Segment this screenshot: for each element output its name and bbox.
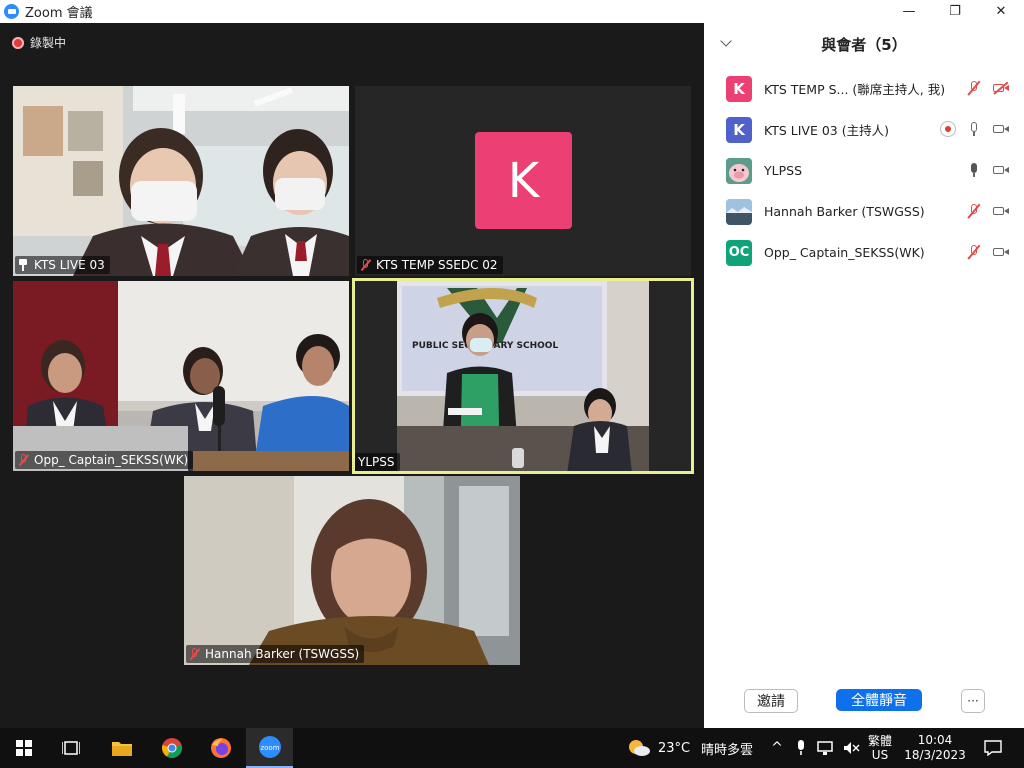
collapse-chevron-icon[interactable] — [720, 35, 732, 47]
participant-avatar: K — [475, 132, 572, 229]
photo-avatar-icon — [726, 198, 752, 225]
mic-muted-icon — [360, 259, 372, 271]
mic-muted-icon — [189, 648, 201, 660]
window-title: Zoom 會議 — [25, 6, 93, 21]
firefox-button[interactable] — [201, 728, 241, 768]
participant-name: Opp_ Captain_SEKSS(WK) — [764, 245, 925, 260]
tile-name: KTS LIVE 03 — [34, 258, 105, 272]
tile-name: Opp_ Captain_SEKSS(WK) — [34, 453, 189, 467]
participant-name: Hannah Barker (TSWGSS) — [764, 204, 925, 219]
zoom-icon: zoom — [258, 736, 281, 758]
input-method-indicator[interactable]: 繁體 US — [864, 728, 896, 768]
tile-name: YLPSS — [358, 455, 395, 469]
microphone-tray-icon[interactable] — [792, 728, 810, 768]
minimize-button[interactable]: — — [886, 0, 932, 23]
pig-avatar-icon — [726, 157, 752, 184]
mute-all-button[interactable]: 全體靜音 — [836, 689, 922, 711]
recording-icon — [940, 121, 956, 137]
ime-layout: US — [871, 748, 889, 762]
network-icon[interactable] — [815, 728, 837, 768]
weather-icon[interactable] — [626, 728, 652, 768]
participant-row[interactable]: Hannah Barker (TSWGSS) — [704, 191, 1024, 232]
tile-name-tag: YLPSS — [355, 453, 400, 471]
tile-name-tag: KTS TEMP SSEDC 02 — [357, 256, 503, 274]
firefox-icon — [211, 738, 231, 758]
recording-indicator[interactable]: 錄製中 — [12, 34, 66, 51]
task-view-icon — [62, 741, 80, 755]
participant-avatar: K — [726, 116, 752, 143]
camera-icon[interactable] — [992, 244, 1010, 260]
participant-avatar: OC — [726, 239, 752, 266]
panel-title: 與會者（5） — [821, 35, 907, 54]
camera-icon[interactable] — [992, 203, 1010, 219]
clock-time: 10:04 — [917, 733, 953, 747]
invite-button[interactable]: 邀請 — [744, 689, 798, 713]
panel-footer: 邀請 全體靜音 ··· — [704, 686, 1024, 716]
title-bar: Zoom 會議 — ❐ ✕ — [0, 0, 1024, 23]
video-tile-hannah-barker[interactable]: Hannah Barker (TSWGSS) — [184, 476, 520, 665]
tile-name-tag: Opp_ Captain_SEKSS(WK) — [15, 451, 194, 469]
video-tile-kts-live-03[interactable]: KTS LIVE 03 — [13, 86, 349, 276]
participant-name: KTS LIVE 03 (主持人) — [764, 123, 889, 138]
participant-name: YLPSS — [764, 163, 803, 178]
chrome-button[interactable] — [152, 728, 192, 768]
show-hidden-icons-chevron-icon[interactable]: ^ — [768, 728, 786, 768]
participant-avatar: K — [726, 75, 752, 102]
start-button[interactable] — [4, 728, 44, 768]
participant-row[interactable]: OC Opp_ Captain_SEKSS(WK) — [704, 232, 1024, 273]
participants-panel: 與會者（5） K KTS TEMP S... (聯席主持人, 我) K KTS … — [704, 23, 1024, 728]
video-feed: PUBLIC SECONDARY SCHOOL — [352, 278, 694, 474]
file-explorer-button[interactable] — [102, 728, 142, 768]
video-gallery: 錄製中 KTS LIVE 03 K KTS TEMP SSEDC 02 Opp_… — [0, 23, 704, 728]
recording-icon — [12, 36, 24, 49]
clock[interactable]: 10:04 18/3/2023 — [900, 728, 970, 768]
weather-description[interactable]: 晴時多雲 — [697, 728, 757, 768]
participant-row[interactable]: K KTS LIVE 03 (主持人) — [704, 109, 1024, 150]
video-feed — [13, 86, 349, 276]
weather-temperature[interactable]: 23°C — [656, 728, 692, 768]
participant-row[interactable]: K KTS TEMP S... (聯席主持人, 我) — [704, 68, 1024, 109]
mic-muted-icon[interactable] — [966, 80, 982, 96]
zoom-app-icon — [4, 4, 19, 19]
folder-icon — [112, 742, 132, 756]
notification-icon — [984, 740, 1002, 756]
mic-muted-icon — [18, 454, 30, 466]
tile-name-tag: KTS LIVE 03 — [15, 256, 110, 274]
video-tile-opp-captain[interactable]: Opp_ Captain_SEKSS(WK) — [13, 281, 349, 471]
tile-name-tag: Hannah Barker (TSWGSS) — [186, 645, 365, 663]
maximize-button[interactable]: ❐ — [932, 0, 978, 23]
camera-off-icon[interactable] — [992, 80, 1010, 96]
svg-text:zoom: zoom — [260, 744, 279, 752]
pin-icon — [18, 259, 30, 271]
chrome-icon — [162, 738, 182, 758]
recording-label: 錄製中 — [30, 36, 67, 50]
mic-muted-icon[interactable] — [966, 203, 982, 219]
close-button[interactable]: ✕ — [978, 0, 1024, 23]
camera-icon[interactable] — [992, 162, 1010, 178]
tile-name: KTS TEMP SSEDC 02 — [376, 258, 498, 272]
tile-name: Hannah Barker (TSWGSS) — [205, 647, 360, 661]
mic-icon[interactable] — [966, 121, 982, 137]
windows-taskbar: zoom 23°C 晴時多雲 ^ 繁體 US 10:04 18/3/2023 — [0, 728, 1024, 768]
task-view-button[interactable] — [51, 728, 91, 768]
notifications-button[interactable] — [978, 728, 1008, 768]
video-feed — [184, 476, 520, 665]
volume-muted-icon[interactable] — [840, 728, 862, 768]
mic-active-icon[interactable] — [966, 162, 982, 178]
more-options-button[interactable]: ··· — [961, 689, 985, 713]
ime-language: 繁體 — [867, 734, 892, 748]
video-feed — [13, 281, 349, 471]
windows-logo-icon — [16, 740, 32, 756]
panel-header: 與會者（5） — [704, 23, 1024, 65]
participant-name: KTS TEMP S... (聯席主持人, 我) — [764, 82, 946, 97]
participant-row[interactable]: YLPSS — [704, 150, 1024, 191]
clock-date: 18/3/2023 — [904, 748, 966, 762]
video-tile-ylpss[interactable]: PUBLIC SECONDARY SCHOOL YLPSS — [352, 278, 694, 474]
zoom-taskbar-button[interactable]: zoom — [246, 728, 293, 768]
mic-muted-icon[interactable] — [966, 244, 982, 260]
video-tile-kts-temp-ssedc-02[interactable]: K KTS TEMP SSEDC 02 — [355, 86, 691, 276]
camera-icon[interactable] — [992, 121, 1010, 137]
